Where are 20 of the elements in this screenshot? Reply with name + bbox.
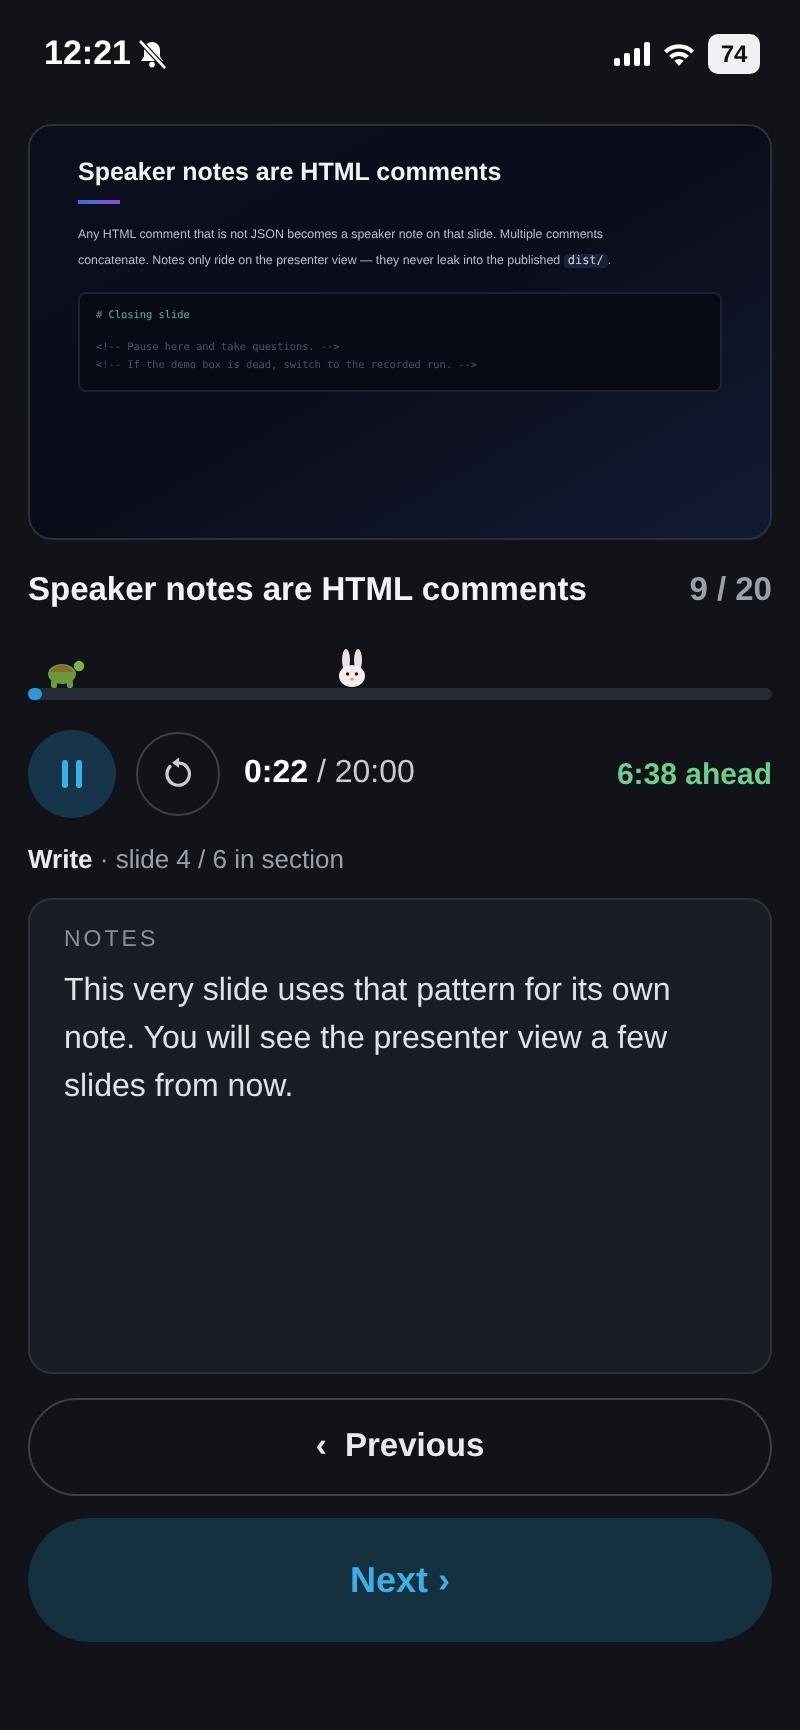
pause-icon <box>60 760 84 788</box>
slide-preview[interactable] <box>28 124 772 540</box>
previous-button[interactable]: ‹ Previous <box>28 1398 772 1496</box>
slide-heading: Speaker notes are HTML comments <box>78 158 504 186</box>
section-info: Write · slide 4 / 6 in section <box>28 844 346 874</box>
clock-time: 12:21 <box>44 34 131 74</box>
next-button[interactable]: Next › <box>28 1518 772 1642</box>
slide-counter: 9 / 20 <box>689 571 772 609</box>
battery-indicator: 74 <box>708 34 760 74</box>
slide-title: Speaker notes are HTML comments <box>28 571 587 609</box>
restart-icon <box>160 756 196 792</box>
pace-status: 6:38 ahead <box>616 757 772 791</box>
wifi-icon <box>662 42 696 66</box>
notes-text: This very slide uses that pattern for its own note. You will see the presenter view a few slides from now. <box>64 972 673 1108</box>
notes-label: NOTES <box>64 928 161 952</box>
pause-button[interactable] <box>28 730 116 818</box>
timer-readout: 0:22 / 20:00 <box>244 756 417 792</box>
accent-rule <box>78 200 120 204</box>
signal-icon <box>614 42 650 66</box>
restart-button[interactable] <box>136 732 220 816</box>
